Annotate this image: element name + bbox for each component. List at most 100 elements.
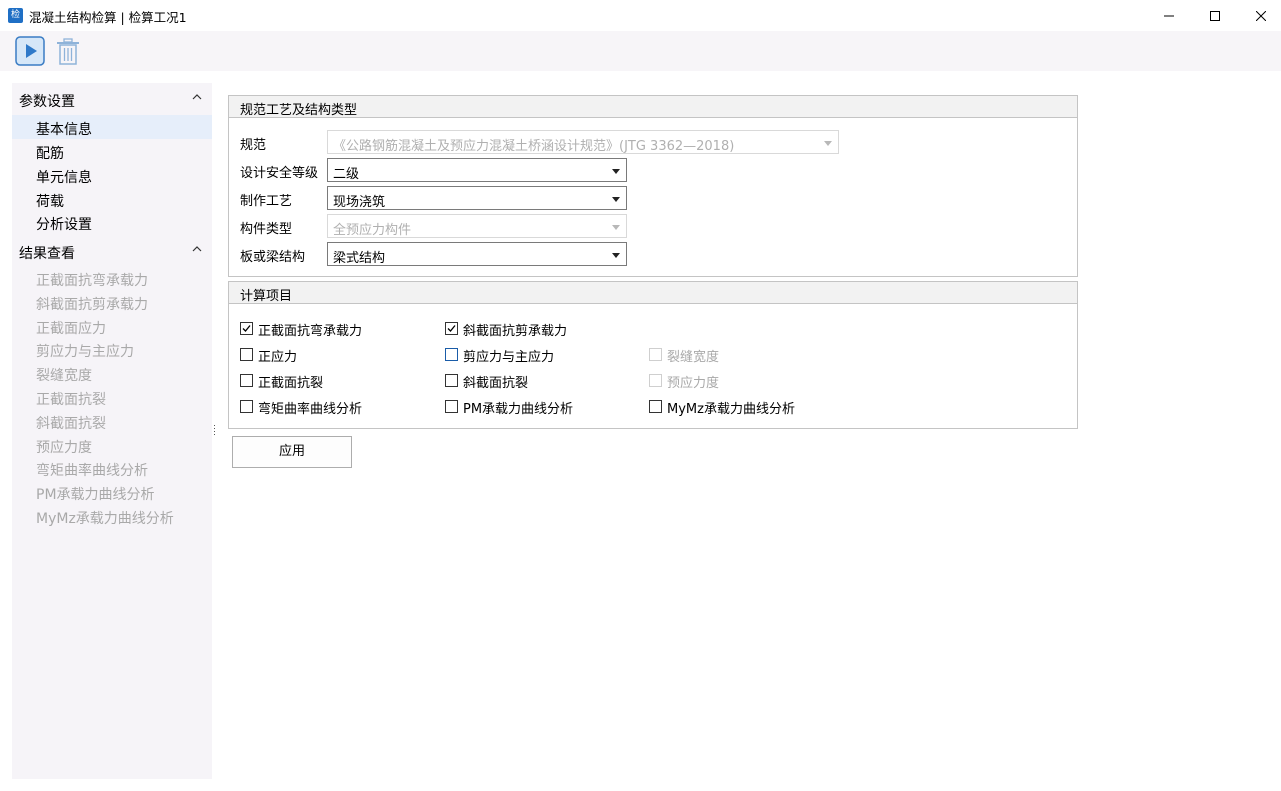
trash-icon (57, 38, 79, 65)
sidebar-item-result: 预应力度 (12, 433, 212, 457)
sidebar-item-analysis-settings[interactable]: 分析设置 (12, 210, 212, 234)
delete-button[interactable] (52, 35, 84, 67)
checkbox-label: 正截面抗裂 (258, 376, 324, 391)
code-select: 《公路钢筋混凝土及预应力混凝土桥涵设计规范》(JTG 3362—2018) (327, 130, 839, 154)
run-button[interactable] (14, 35, 46, 67)
dropdown-arrow-icon (612, 197, 620, 202)
sidebar-item-label: PM承载力曲线分析 (36, 487, 155, 503)
calc-items-groupbox: 计算项目 正截面抗弯承载力 斜截面抗剪承载力 正应力 剪应力与主应力 裂缝宽度 … (228, 281, 1078, 429)
navigation-sidebar: 参数设置 基本信息 配筋 单元信息 荷载 分析设置 结果查看 正截面抗弯承载力 … (12, 83, 212, 779)
field-label: 制作工艺 (240, 194, 293, 209)
maximize-icon (1210, 10, 1220, 21)
dropdown-arrow-icon (612, 169, 620, 174)
sidebar-item-result: 正截面抗裂 (12, 385, 212, 409)
member-type-select: 全预应力构件 (327, 214, 627, 238)
checkmark-icon (447, 325, 456, 332)
group-title: 结果查看 (19, 246, 75, 262)
sidebar-item-loads[interactable]: 荷载 (12, 187, 212, 211)
checkmark-icon (242, 325, 251, 332)
checkbox-box (445, 348, 458, 361)
sidebar-item-result: 弯矩曲率曲线分析 (12, 456, 212, 480)
sidebar-item-result: 剪应力与主应力 (12, 337, 212, 361)
sidebar-item-label: MyMz承载力曲线分析 (36, 511, 174, 527)
dropdown-arrow-icon (612, 253, 620, 258)
checkbox-label: 正应力 (258, 350, 298, 365)
app-icon: 检 (8, 8, 23, 23)
apply-button[interactable]: 应用 (232, 436, 352, 468)
checkbox-box (649, 400, 662, 413)
window-title: 混凝土结构检算 | 检算工况1 (29, 10, 187, 25)
sidebar-item-label: 弯矩曲率曲线分析 (36, 463, 148, 479)
field-label: 构件类型 (240, 222, 293, 237)
sidebar-item-reinforcement[interactable]: 配筋 (12, 139, 212, 163)
chevron-up-icon (192, 246, 202, 252)
checkbox-box (240, 322, 253, 335)
structure-type-select[interactable]: 梁式结构 (327, 242, 627, 266)
fabrication-select[interactable]: 现场浇筑 (327, 186, 627, 210)
sidebar-item-result: 正截面应力 (12, 314, 212, 338)
checkbox-box (240, 400, 253, 413)
checkbox-label: 斜截面抗裂 (463, 376, 529, 391)
select-value: 现场浇筑 (333, 195, 386, 210)
group-title: 参数设置 (19, 94, 75, 110)
sidebar-item-label: 基本信息 (36, 122, 92, 138)
select-value: 梁式结构 (333, 251, 386, 266)
group-header-params[interactable]: 参数设置 (12, 87, 212, 111)
sidebar-item-result: 裂缝宽度 (12, 361, 212, 385)
play-icon (15, 36, 45, 66)
chevron-up-icon (192, 94, 202, 100)
maximize-button[interactable] (1192, 0, 1238, 31)
spec-groupbox: 规范工艺及结构类型 规范 《公路钢筋混凝土及预应力混凝土桥涵设计规范》(JTG … (228, 95, 1078, 277)
select-value: 二级 (333, 167, 360, 182)
checkbox-label: 正截面抗弯承载力 (258, 324, 363, 339)
checkbox-label: 裂缝宽度 (667, 350, 720, 365)
checkbox-label: MyMz承载力曲线分析 (667, 402, 795, 417)
checkbox-label: 预应力度 (667, 376, 720, 391)
sidebar-item-label: 正截面抗弯承载力 (36, 273, 148, 289)
checkbox-label: PM承载力曲线分析 (463, 402, 574, 417)
checkbox-label: 斜截面抗剪承载力 (463, 324, 568, 339)
close-button[interactable] (1238, 0, 1281, 31)
sidebar-item-basic-info[interactable]: 基本信息 (12, 115, 212, 139)
select-value: 全预应力构件 (333, 223, 412, 238)
group-header-results[interactable]: 结果查看 (12, 239, 212, 263)
checkbox-label: 弯矩曲率曲线分析 (258, 402, 363, 417)
sidebar-item-result: 正截面抗弯承载力 (12, 266, 212, 290)
sidebar-item-label: 正截面抗裂 (36, 392, 106, 408)
dropdown-arrow-icon (612, 225, 620, 230)
checkbox-box (649, 374, 662, 387)
field-label: 设计安全等级 (240, 166, 319, 181)
groupbox-header: 规范工艺及结构类型 (229, 96, 1077, 118)
minimize-icon (1164, 15, 1174, 16)
splitter-grip-icon[interactable] (213, 425, 216, 437)
sidebar-item-result: PM承载力曲线分析 (12, 480, 212, 504)
sidebar-item-element-info[interactable]: 单元信息 (12, 163, 212, 187)
sidebar-item-result: MyMz承载力曲线分析 (12, 504, 212, 528)
safety-grade-select[interactable]: 二级 (327, 158, 627, 182)
checkbox-label: 剪应力与主应力 (463, 350, 555, 365)
sidebar-item-label: 单元信息 (36, 170, 92, 186)
sidebar-item-result: 斜截面抗剪承载力 (12, 290, 212, 314)
sidebar-item-result: 斜截面抗裂 (12, 409, 212, 433)
sidebar-item-label: 预应力度 (36, 440, 92, 456)
sidebar-item-label: 斜截面抗剪承载力 (36, 297, 148, 313)
field-label: 板或梁结构 (240, 250, 306, 265)
sidebar-item-label: 荷载 (36, 194, 64, 210)
sidebar-item-label: 裂缝宽度 (36, 368, 92, 384)
sidebar-item-label: 斜截面抗裂 (36, 416, 106, 432)
checkbox-box (445, 374, 458, 387)
sidebar-item-label: 分析设置 (36, 217, 92, 233)
dropdown-arrow-icon (824, 141, 832, 146)
minimize-button[interactable] (1146, 0, 1192, 31)
close-icon (1256, 10, 1266, 21)
sidebar-item-label: 剪应力与主应力 (36, 344, 134, 360)
sidebar-item-label: 配筋 (36, 146, 64, 162)
checkbox-box (240, 348, 253, 361)
groupbox-title: 规范工艺及结构类型 (240, 103, 358, 118)
checkbox-box (649, 348, 662, 361)
toolbar (0, 31, 1281, 71)
checkbox-box (445, 400, 458, 413)
sidebar-item-label: 正截面应力 (36, 321, 106, 337)
checkbox-box (240, 374, 253, 387)
checkbox-box (445, 322, 458, 335)
